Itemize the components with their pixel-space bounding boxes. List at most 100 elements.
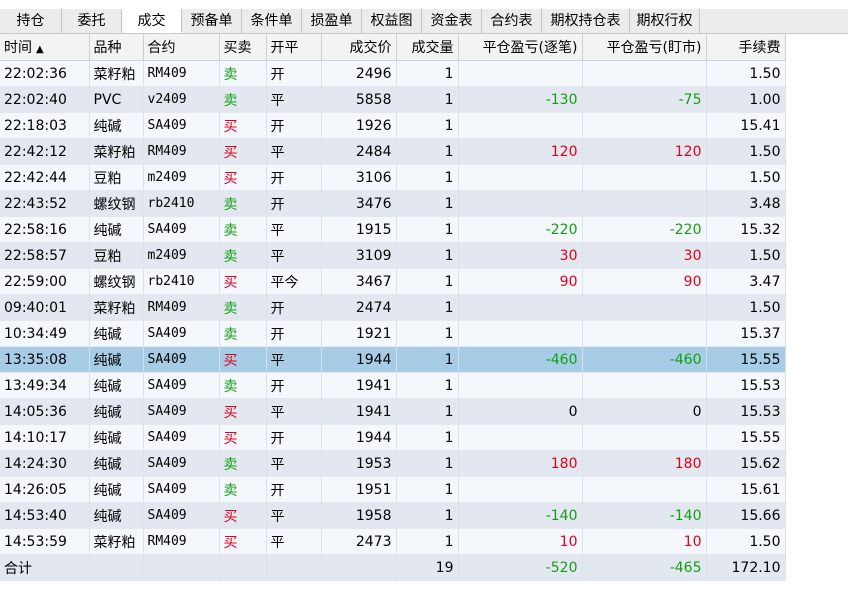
cell-product: 纯碱 [89,450,144,477]
cell-fee: 1.00 [706,86,786,113]
table-row[interactable]: 22:59:00 螺纹钢 rb2410 买平今 3467 1 90 90 3.47 [0,268,786,295]
table-row[interactable]: 10:34:49 纯碱 SA409 卖开 1921 1 15.37 [0,320,786,347]
tab-9[interactable]: 合约表 [482,9,542,33]
table-row[interactable]: 22:42:12 菜籽粕 RM409 买平 2484 1 120 120 1.50 [0,138,786,165]
col-header-price[interactable]: 成交价 [321,34,397,61]
table-row[interactable]: 22:58:57 豆粕 m2409 卖平 3109 1 30 30 1.50 [0,242,786,269]
cell-product: 纯碱 [89,216,144,243]
cell-pnl-trade: 10 [458,528,583,555]
table-row[interactable]: 14:26:05 纯碱 SA409 卖开 1951 1 15.61 [0,476,786,503]
cell-price: 1958 [321,502,397,529]
cell-openclose: 开 [266,476,322,503]
table-row[interactable]: 22:02:40 PVC v2409 卖平 5858 1 -130 -75 1.00 [0,86,786,113]
cell-openclose: 开 [266,190,322,217]
totals-pnl-trade: -520 [458,554,583,581]
tab-1[interactable]: 持仓 [0,9,62,33]
cell-side: 卖 [219,216,267,243]
cell-contract: rb2410 [143,268,220,295]
cell-qty: 1 [396,424,459,451]
cell-contract: rb2410 [143,190,220,217]
cell-fee: 15.61 [706,476,786,503]
cell-contract: SA409 [143,476,220,503]
cell-fee: 15.55 [706,346,786,373]
tab-2[interactable]: 委托 [62,9,122,33]
cell-side: 买 [219,112,267,139]
cell-product: 菜籽粕 [89,60,144,87]
cell-time: 22:42:12 [0,138,90,165]
cell-pnl-trade: -130 [458,86,583,113]
cell-price: 2474 [321,294,397,321]
col-header-contract[interactable]: 合约 [143,34,220,61]
table-row[interactable]: 14:10:17 纯碱 SA409 买开 1944 1 15.55 [0,424,786,451]
cell-fee: 15.62 [706,450,786,477]
cell-openclose: 平今 [266,268,322,295]
cell-pnl-daily [582,190,707,217]
table-row[interactable]: 14:24:30 纯碱 SA409 卖平 1953 1 180 180 15.62 [0,450,786,477]
table-row[interactable]: 13:35:08 纯碱 SA409 买平 1944 1 -460 -460 15.55 [0,346,786,373]
cell-pnl-trade: -220 [458,216,583,243]
table-row[interactable]: 14:53:40 纯碱 SA409 买平 1958 1 -140 -140 15.66 [0,502,786,529]
table-row[interactable]: 22:43:52 螺纹钢 rb2410 卖开 3476 1 3.48 [0,190,786,217]
cell-fee: 15.37 [706,320,786,347]
cell-pnl-trade: -140 [458,502,583,529]
tab-6[interactable]: 损盈单 [302,9,362,33]
tab-8[interactable]: 资金表 [422,9,482,33]
col-header-product[interactable]: 品种 [89,34,144,61]
cell-time: 10:34:49 [0,320,90,347]
table-row[interactable]: 13:49:34 纯碱 SA409 卖开 1941 1 15.53 [0,372,786,399]
cell-side: 卖 [219,372,267,399]
cell-pnl-daily [582,164,707,191]
cell-contract: SA409 [143,424,220,451]
totals-empty [143,554,220,581]
cell-product: 纯碱 [89,398,144,425]
cell-product: 纯碱 [89,502,144,529]
table-row[interactable]: 22:18:03 纯碱 SA409 买开 1926 1 15.41 [0,112,786,139]
totals-label: 合计 [0,554,90,581]
cell-openclose: 平 [266,216,322,243]
col-header-pnl-trade[interactable]: 平仓盈亏(逐笔) [458,34,583,61]
cell-openclose: 平 [266,138,322,165]
cell-openclose: 平 [266,86,322,113]
cell-contract: SA409 [143,450,220,477]
table-row[interactable]: 22:42:44 豆粕 m2409 买开 3106 1 1.50 [0,164,786,191]
tab-4[interactable]: 预备单 [182,9,242,33]
cell-product: 纯碱 [89,112,144,139]
cell-side: 买 [219,346,267,373]
cell-side: 卖 [219,476,267,503]
table-row[interactable]: 22:02:36 菜籽粕 RM409 卖开 2496 1 1.50 [0,60,786,87]
cell-qty: 1 [396,216,459,243]
col-header-time[interactable]: 时间 ▲ [0,34,90,61]
cell-side: 卖 [219,320,267,347]
col-header-time-label: 时间 [4,40,32,56]
cell-openclose: 平 [266,502,322,529]
cell-qty: 1 [396,86,459,113]
cell-side: 买 [219,398,267,425]
cell-pnl-daily [582,372,707,399]
tab-5[interactable]: 条件单 [242,9,302,33]
cell-qty: 1 [396,502,459,529]
cell-side: 买 [219,268,267,295]
col-header-openclose[interactable]: 开平 [266,34,322,61]
tab-10[interactable]: 期权持仓表 [542,9,630,33]
cell-openclose: 开 [266,424,322,451]
tab-3[interactable]: 成交 [122,9,182,33]
col-header-pnl-daily[interactable]: 平仓盈亏(盯市) [582,34,707,61]
tab-11[interactable]: 期权行权 [630,9,700,33]
cell-price: 1953 [321,450,397,477]
cell-openclose: 平 [266,398,322,425]
tab-7[interactable]: 权益图 [362,9,422,33]
col-header-side[interactable]: 买卖 [219,34,267,61]
cell-product: 螺纹钢 [89,190,144,217]
cell-qty: 1 [396,346,459,373]
table-row[interactable]: 14:53:59 菜籽粕 RM409 买平 2473 1 10 10 1.50 [0,528,786,555]
cell-pnl-trade [458,190,583,217]
col-header-fee[interactable]: 手续费 [706,34,786,61]
table-row[interactable]: 09:40:01 菜籽粕 RM409 卖开 2474 1 1.50 [0,294,786,321]
cell-product: 豆粕 [89,242,144,269]
cell-side: 卖 [219,190,267,217]
sort-ascending-icon: ▲ [36,44,44,55]
cell-fee: 1.50 [706,528,786,555]
col-header-qty[interactable]: 成交量 [396,34,459,61]
table-row[interactable]: 14:05:36 纯碱 SA409 买平 1941 1 0 0 15.53 [0,398,786,425]
table-row[interactable]: 22:58:16 纯碱 SA409 卖平 1915 1 -220 -220 15.32 [0,216,786,243]
